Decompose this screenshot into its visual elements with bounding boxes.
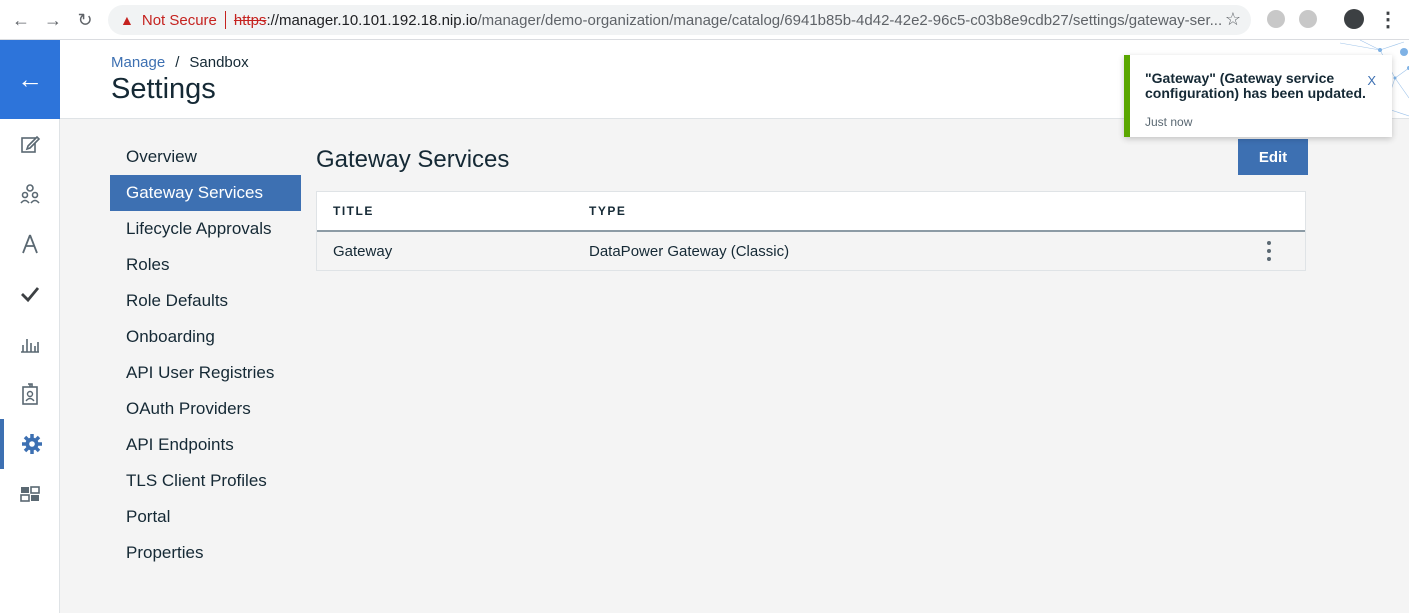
arrow-left-icon[interactable]: ← bbox=[0, 40, 60, 119]
url-scheme: https bbox=[233, 11, 267, 29]
settings-nav-properties[interactable]: Properties bbox=[110, 535, 301, 571]
edit-button[interactable]: Edit bbox=[1238, 139, 1308, 175]
settings-nav-lifecycle-approvals[interactable]: Lifecycle Approvals bbox=[110, 211, 301, 247]
table-header: TITLE TYPE bbox=[317, 192, 1305, 232]
settings-nav-role-defaults[interactable]: Role Defaults bbox=[110, 283, 301, 319]
page-title: Settings bbox=[111, 73, 216, 105]
column-header-title[interactable]: TITLE bbox=[333, 204, 374, 218]
gear-icon[interactable] bbox=[0, 419, 60, 469]
url-scheme-separator: :// bbox=[266, 11, 279, 29]
compass-icon[interactable] bbox=[0, 219, 60, 269]
breadcrumb-manage-link[interactable]: Manage bbox=[111, 54, 165, 71]
security-label: Not Secure bbox=[141, 11, 217, 29]
check-icon[interactable] bbox=[0, 269, 60, 319]
url-path: /manager/demo-organization/manage/catalo… bbox=[477, 11, 1223, 29]
column-header-type[interactable]: TYPE bbox=[589, 204, 626, 218]
toast-timestamp: Just now bbox=[1145, 115, 1193, 129]
back-icon[interactable]: ← bbox=[9, 8, 33, 32]
cell-type: DataPower Gateway (Classic) bbox=[589, 242, 790, 260]
settings-nav-gateway-services[interactable]: Gateway Services bbox=[110, 175, 301, 211]
settings-nav-onboarding[interactable]: Onboarding bbox=[110, 319, 301, 355]
close-icon[interactable]: X bbox=[1367, 73, 1376, 88]
warning-icon: ▲ bbox=[120, 12, 134, 28]
menu-icon[interactable]: ⋮ bbox=[1378, 7, 1398, 32]
address-bar[interactable]: ▲ Not Secure https://manager.10.101.192.… bbox=[108, 5, 1251, 35]
star-icon[interactable]: ☆ bbox=[1225, 9, 1241, 30]
table-row[interactable]: Gateway DataPower Gateway (Classic) bbox=[317, 232, 1305, 270]
settings-nav-portal[interactable]: Portal bbox=[110, 499, 301, 535]
people-icon[interactable] bbox=[0, 169, 60, 219]
badge-icon[interactable] bbox=[0, 369, 60, 419]
breadcrumb-separator: / bbox=[175, 54, 180, 71]
gateway-services-table: TITLE TYPE Gateway DataPower Gateway (Cl… bbox=[316, 191, 1306, 271]
settings-nav-tls-client-profiles[interactable]: TLS Client Profiles bbox=[110, 463, 301, 499]
browser-toolbar: ← → ↻ ▲ Not Secure https://manager.10.10… bbox=[0, 0, 1409, 40]
edit-icon[interactable] bbox=[0, 119, 60, 169]
settings-nav-oauth-providers[interactable]: OAuth Providers bbox=[110, 391, 301, 427]
success-toast: "Gateway" (Gateway service configuration… bbox=[1124, 55, 1392, 137]
reload-icon[interactable]: ↻ bbox=[73, 8, 97, 32]
settings-nav: Overview Gateway Services Lifecycle Appr… bbox=[110, 139, 301, 571]
profile-icon[interactable] bbox=[1344, 9, 1364, 29]
analytics-icon[interactable] bbox=[0, 319, 60, 369]
cell-title: Gateway bbox=[333, 242, 393, 260]
breadcrumb-current: Sandbox bbox=[189, 54, 249, 71]
toast-message: "Gateway" (Gateway service configuration… bbox=[1145, 70, 1366, 101]
extension-icon[interactable] bbox=[1299, 10, 1317, 28]
url-host: manager.10.101.192.18.nip.io bbox=[278, 11, 478, 29]
breadcrumb: Manage / Sandbox bbox=[111, 54, 249, 71]
section-title: Gateway Services bbox=[316, 146, 510, 173]
overflow-menu-icon[interactable] bbox=[1259, 239, 1279, 263]
settings-nav-roles[interactable]: Roles bbox=[110, 247, 301, 283]
forward-icon[interactable]: → bbox=[41, 8, 65, 32]
dashboard-icon[interactable] bbox=[0, 469, 60, 519]
settings-nav-overview[interactable]: Overview bbox=[110, 139, 301, 175]
left-rail: ← bbox=[0, 40, 60, 613]
omnibox-divider bbox=[224, 11, 226, 29]
settings-nav-api-user-registries[interactable]: API User Registries bbox=[110, 355, 301, 391]
extension-icon[interactable] bbox=[1267, 10, 1285, 28]
settings-nav-api-endpoints[interactable]: API Endpoints bbox=[110, 427, 301, 463]
